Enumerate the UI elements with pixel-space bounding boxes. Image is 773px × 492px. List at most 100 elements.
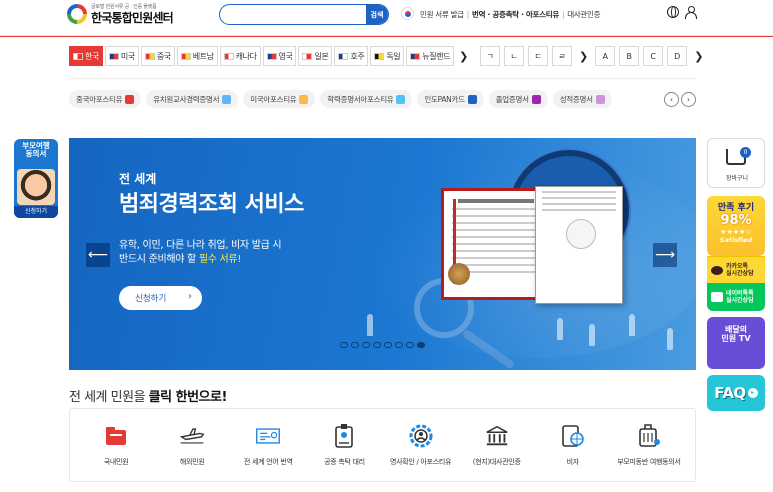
kakao-talk-icon: [711, 265, 723, 275]
silhouette: [367, 314, 373, 336]
country-tab[interactable]: 중국: [140, 46, 175, 66]
chip-prev-button[interactable]: ‹: [664, 92, 679, 107]
search-button[interactable]: 검색: [366, 5, 388, 24]
review-banner[interactable]: 만족 후기 98% ★★★★☆ Satisfied: [707, 196, 765, 256]
silhouette: [589, 324, 595, 346]
parent-travel-consent-ad[interactable]: 부모여행 동의서 신청하기: [14, 139, 58, 218]
chip-nav: ‹ ›: [664, 92, 696, 107]
country-tab[interactable]: 독일: [370, 46, 405, 66]
pagination-dot[interactable]: [373, 342, 381, 348]
chevron-right-icon: ›: [188, 291, 192, 302]
country-tab[interactable]: 미국: [104, 46, 139, 66]
banner-next-button[interactable]: ⟶: [653, 243, 677, 267]
record-document-image: [535, 186, 623, 304]
link-embassy-cert[interactable]: 대사관인증: [567, 10, 600, 19]
cart-button[interactable]: 0 장바구니: [707, 138, 765, 188]
pagination-dot[interactable]: [351, 342, 359, 348]
flag-icon: [73, 52, 83, 60]
banner-eyebrow: 전 세계: [119, 172, 157, 186]
service-item[interactable]: 전 세계 언어 번역: [232, 423, 304, 467]
index-toggle-button[interactable]: ❯: [576, 50, 591, 63]
luggage-icon: [636, 423, 662, 449]
divider: [69, 78, 696, 79]
service-item[interactable]: 국내민원: [80, 423, 152, 467]
search-input[interactable]: 검색: [219, 4, 389, 25]
banner-desc-2: 반드시 준비해야 할 필수 서류!: [119, 254, 242, 265]
child-photo: [17, 169, 55, 205]
popular-chip[interactable]: 졸업증명서: [488, 90, 548, 108]
service-item[interactable]: 부모미동반 여행동의서: [613, 423, 685, 467]
chip-icon: [125, 94, 135, 104]
service-label: 부모미동반 여행동의서: [617, 458, 681, 466]
country-tab[interactable]: 뉴질랜드: [406, 46, 455, 66]
naver-talk-button[interactable]: 네이버톡톡 실시간상담: [707, 283, 765, 311]
service-label: (현지)대사관인증: [472, 458, 521, 466]
country-next-button[interactable]: ❯: [456, 50, 471, 63]
chip-icon: [396, 94, 406, 104]
index-letter-alpha[interactable]: C: [643, 46, 664, 66]
country-tab[interactable]: 캐나다: [219, 46, 261, 66]
service-menu: 국내민원 해외민원 전 세계 언어 번역 공증 촉탁 대리 영사확인 / 아포스티유 (현…: [69, 408, 696, 482]
flag-icon: [144, 52, 155, 60]
service-item[interactable]: 공증 촉탁 대리: [308, 423, 380, 467]
ad-apply-button[interactable]: 신청하기: [14, 206, 58, 218]
index-next-button[interactable]: ❯: [691, 50, 706, 63]
link-translation-apostille[interactable]: 번역 · 공증촉탁 · 아포스티유: [472, 10, 559, 19]
pagination-dot[interactable]: [395, 342, 403, 348]
review-title: 만족 후기: [717, 203, 755, 213]
banner-apply-button[interactable]: 신청하기 ›: [119, 286, 202, 310]
index-letter-korean[interactable]: ㄴ: [504, 46, 524, 66]
logo-tagline: 글로벌 민원서류 공 · 인증 플랫폼: [91, 3, 157, 10]
index-letter-alpha[interactable]: A: [595, 46, 616, 66]
popular-chip[interactable]: 중국아포스티유: [69, 90, 142, 108]
service-item[interactable]: (현지)대사관인증: [461, 423, 533, 467]
service-label: 영사확인 / 아포스티유: [389, 458, 452, 466]
globe-icon[interactable]: [667, 6, 679, 18]
index-letter-alpha[interactable]: D: [667, 46, 688, 66]
country-tab[interactable]: 일본: [298, 46, 333, 66]
pagination-dot[interactable]: [417, 342, 425, 348]
service-label: 해외민원: [179, 458, 205, 466]
star-rating-icon: ★★★★☆: [720, 228, 752, 236]
index-letter-alpha[interactable]: B: [619, 46, 640, 66]
popular-chip[interactable]: 성적증명서: [552, 90, 612, 108]
popular-chip[interactable]: 학력증명서아포스티유: [320, 90, 413, 108]
korea-flag-icon[interactable]: [401, 7, 414, 20]
service-label: 공증 촉탁 대리: [324, 458, 365, 466]
pagination-dot[interactable]: [406, 342, 414, 348]
pagination-dot[interactable]: [362, 342, 370, 348]
flag-icon: [302, 52, 313, 60]
banner-prev-button[interactable]: ⟵: [86, 243, 110, 267]
index-letter-korean[interactable]: ㄹ: [552, 46, 572, 66]
pagination-dot[interactable]: [384, 342, 392, 348]
services-heading: 전 세계 민원을 클릭 한번으로!: [69, 390, 227, 405]
banner-title: 범죄경력조회 서비스: [119, 192, 304, 217]
index-letter-korean[interactable]: ㄱ: [480, 46, 500, 66]
country-tab[interactable]: 호주: [334, 46, 369, 66]
service-item[interactable]: 해외민원: [156, 423, 228, 467]
index-letter-korean[interactable]: ㄷ: [528, 46, 548, 66]
service-item[interactable]: 영사확인 / 아포스티유: [385, 423, 457, 467]
popular-chip[interactable]: 유치원교사경력증명서: [146, 90, 239, 108]
popular-chip[interactable]: 인도PAN카드: [417, 90, 484, 108]
faq-button[interactable]: FAQ ▸: [707, 375, 765, 411]
flag-icon: [410, 52, 421, 60]
play-icon: ▸: [747, 388, 758, 398]
chip-icon: [467, 94, 477, 104]
ad-title-2: 동의서: [25, 149, 47, 159]
popular-chips: 중국아포스티유 유치원교사경력증명서 미국아포스티유 학력증명서아포스티유 인도PAN카…: [69, 90, 612, 108]
country-tab[interactable]: 영국: [262, 46, 297, 66]
flag-icon: [180, 52, 191, 60]
kakao-chat-button[interactable]: 카카오톡 실시간상담: [707, 256, 765, 283]
service-item[interactable]: 비자: [537, 423, 609, 467]
minwon-tv-button[interactable]: 배달의 민원 TV: [707, 317, 765, 369]
pagination-dot[interactable]: [340, 342, 348, 348]
popular-chip[interactable]: 미국아포스티유: [243, 90, 316, 108]
site-logo[interactable]: 글로벌 민원서류 공 · 인증 플랫폼 한국통합민원센터: [67, 3, 174, 24]
chip-next-button[interactable]: ›: [681, 92, 696, 107]
chip-icon: [299, 94, 309, 104]
user-icon[interactable]: [685, 6, 697, 19]
country-tab[interactable]: 베트남: [176, 46, 218, 66]
link-document-issue[interactable]: 민원 서류 발급: [420, 10, 464, 19]
country-tab[interactable]: 한국: [69, 46, 103, 66]
